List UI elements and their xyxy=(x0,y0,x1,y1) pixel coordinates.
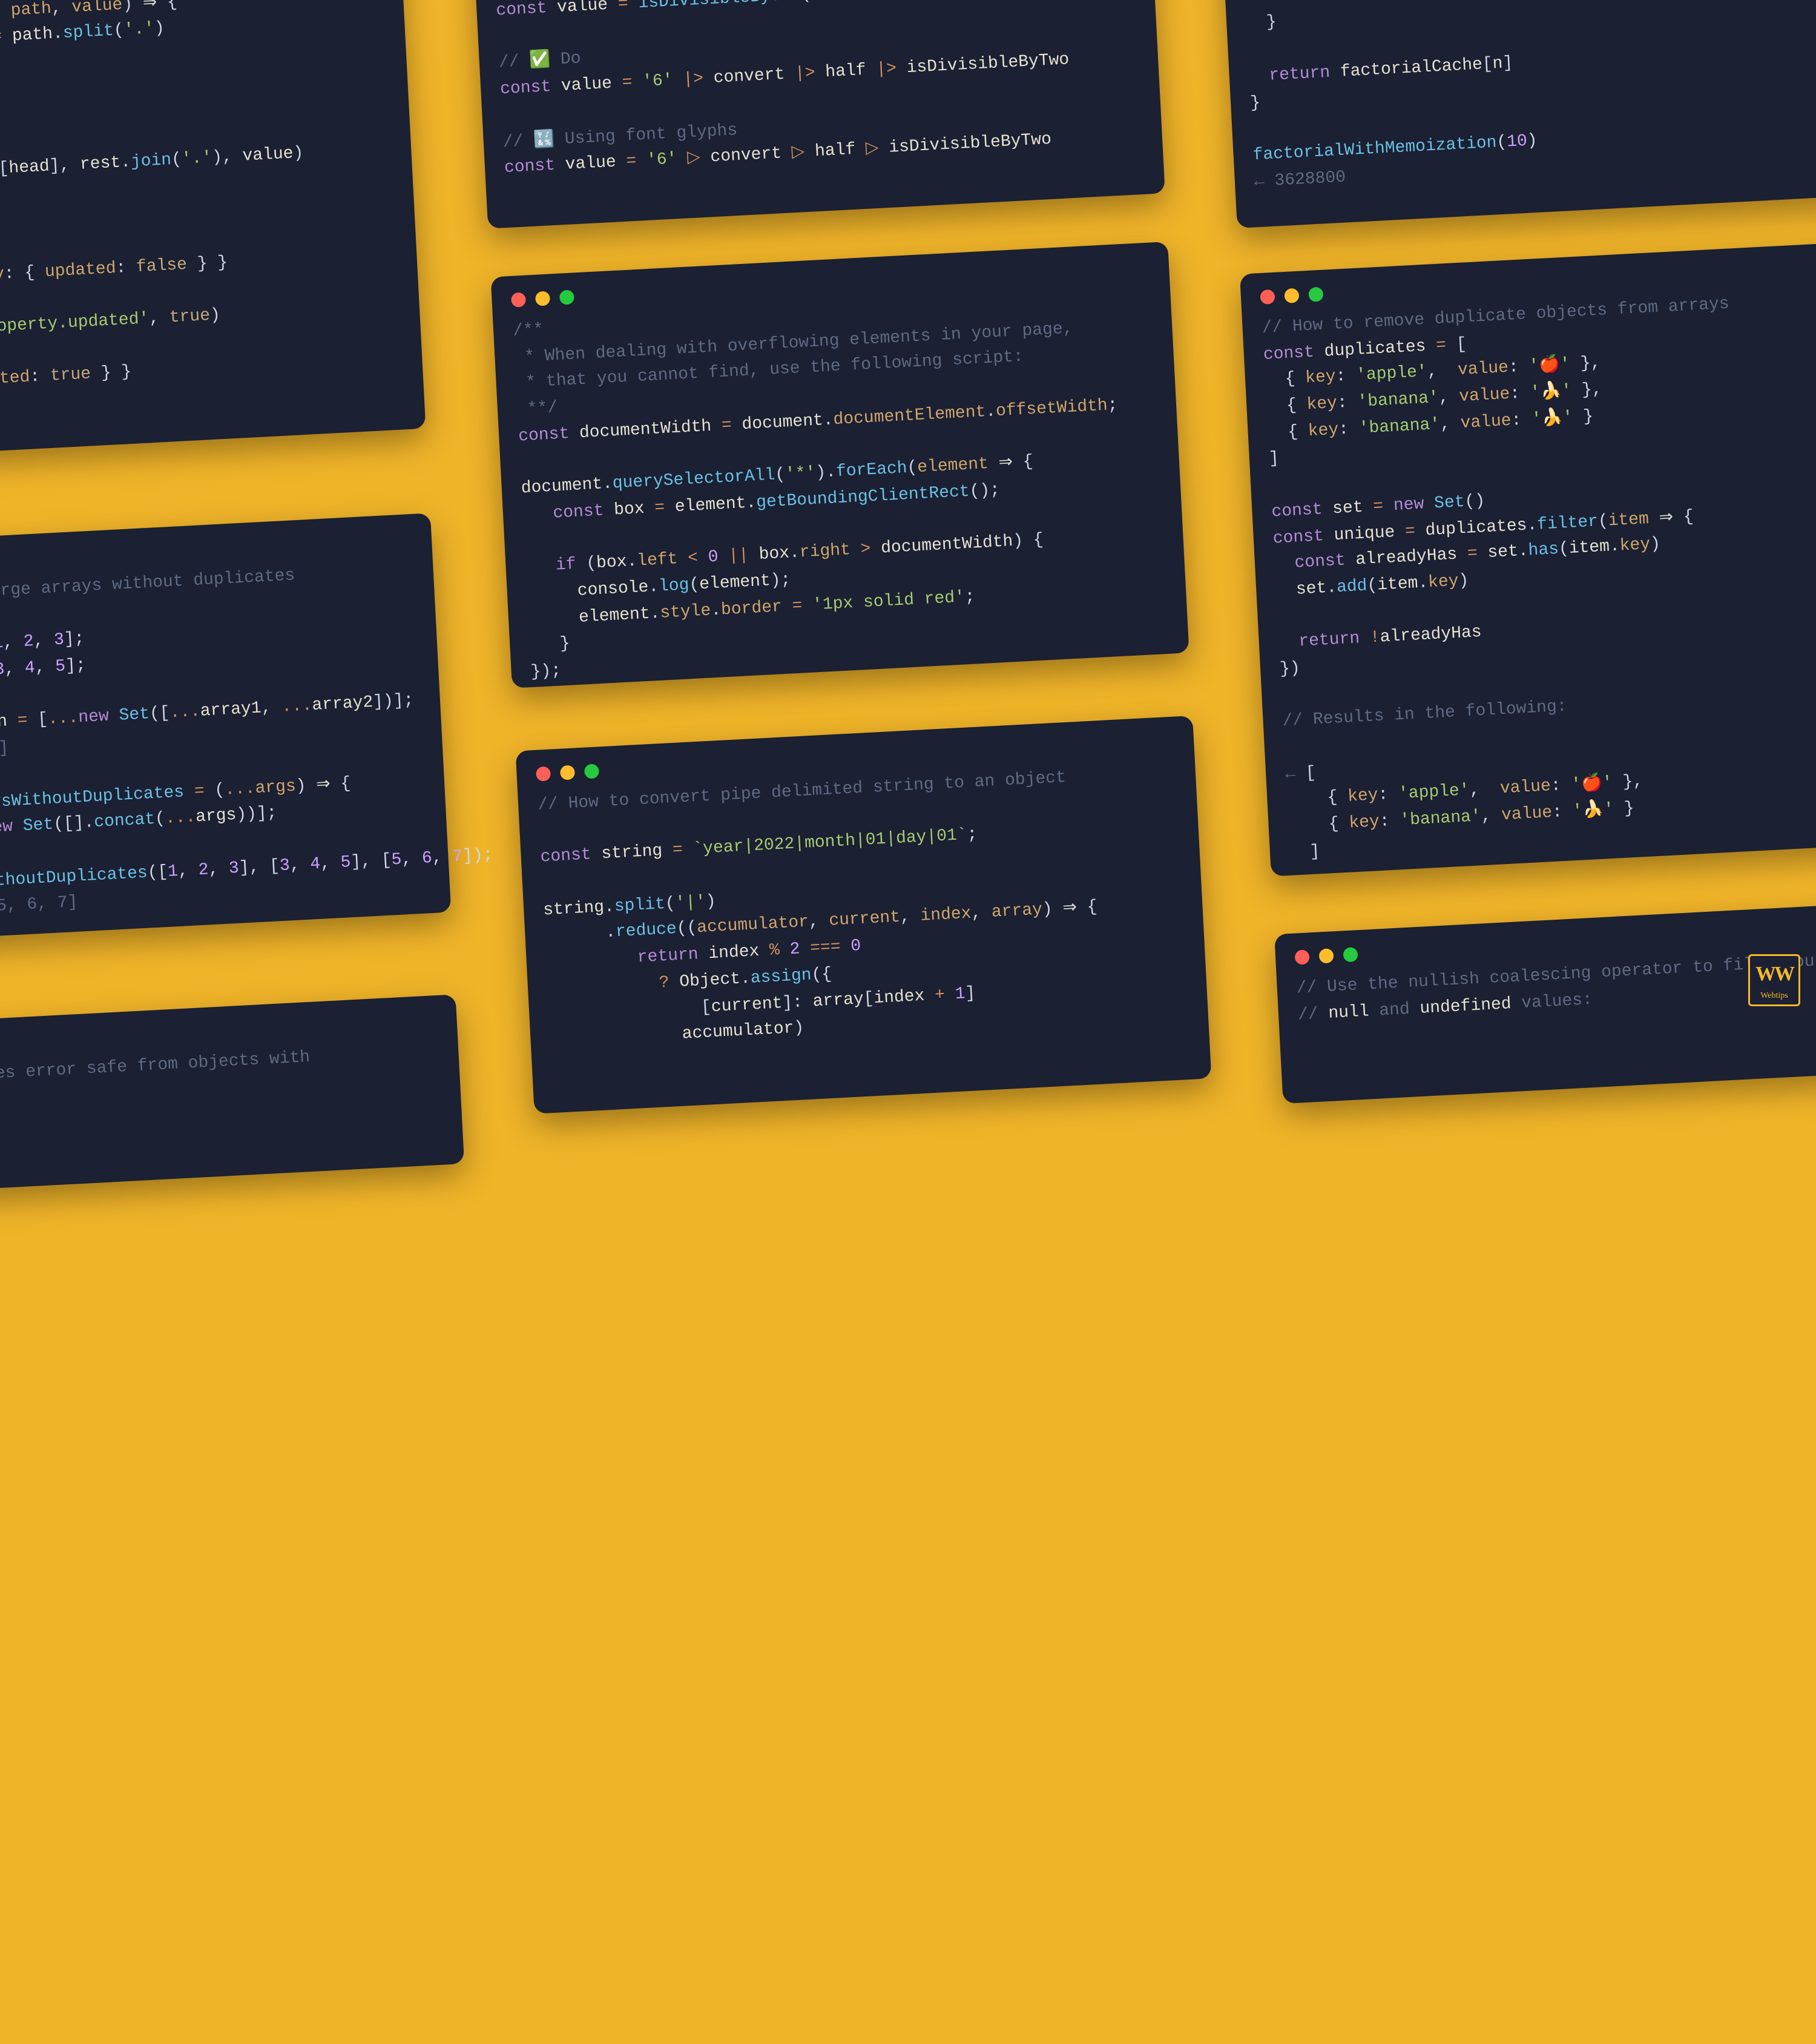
code: // How to convert pipe delimited string … xyxy=(537,760,1189,1056)
code: the following function to update nested … xyxy=(0,0,404,402)
code: // Use the pipe operator to perform ... … xyxy=(492,0,1143,183)
maximize-icon xyxy=(559,289,574,305)
snippet-error-safe: ... properties error safe from objects w… xyxy=(0,994,464,1195)
minimize-icon xyxy=(1318,948,1334,963)
code: /** * When dealing with overflowing elem… xyxy=(512,286,1170,687)
minimize-icon xyxy=(560,765,575,780)
comment: // How to remove duplicate objects from … xyxy=(1262,295,1730,338)
code: ... properties error safe from objects w… xyxy=(0,1039,440,1095)
snippet-pipe-operator: // Use the pipe operator to perform ... … xyxy=(471,0,1165,229)
comment: // Results in the following: xyxy=(1282,697,1568,732)
maximize-icon xyxy=(1308,287,1323,302)
comment: ... properties error safe from objects w… xyxy=(0,1048,311,1090)
code: // How to memoize factorial in JavaScrip… xyxy=(1239,0,1816,196)
close-icon xyxy=(536,766,551,782)
snippet-factorial-memoize: // How to memoize factorial in JavaScrip… xyxy=(1219,0,1816,228)
code: // How to remove duplicate objects from … xyxy=(1262,285,1816,868)
snippet-set-merge: Use a set to merge arrays without duplic… xyxy=(0,513,451,943)
minimize-icon xyxy=(1284,288,1299,303)
snippet-nullish: // Use the nullish coalescing operator t… xyxy=(1274,901,1816,1104)
webtips-logo: WW Webtips xyxy=(1748,954,1800,1006)
logo-small: Webtips xyxy=(1760,989,1788,1003)
maximize-icon xyxy=(1343,947,1358,962)
close-icon xyxy=(1260,289,1275,305)
comment-block: /** * When dealing with overflowing elem… xyxy=(512,319,1073,420)
close-icon xyxy=(1295,949,1310,964)
comment: Use a set to merge arrays without duplic… xyxy=(0,566,295,609)
maximize-icon xyxy=(584,763,599,779)
snippet-pipe-string: // How to convert pipe delimited string … xyxy=(516,716,1212,1114)
snippet-nested-property: the following function to update nested … xyxy=(0,0,426,460)
minimize-icon xyxy=(535,291,550,306)
logo-big: WW xyxy=(1755,958,1793,991)
close-icon xyxy=(511,292,526,308)
code: Use a set to merge arrays without duplic… xyxy=(0,558,431,928)
snippet-overflow-finder: /** * When dealing with overflowing elem… xyxy=(491,242,1189,688)
snippet-dedupe-objects: // How to remove duplicate objects from … xyxy=(1240,240,1816,876)
